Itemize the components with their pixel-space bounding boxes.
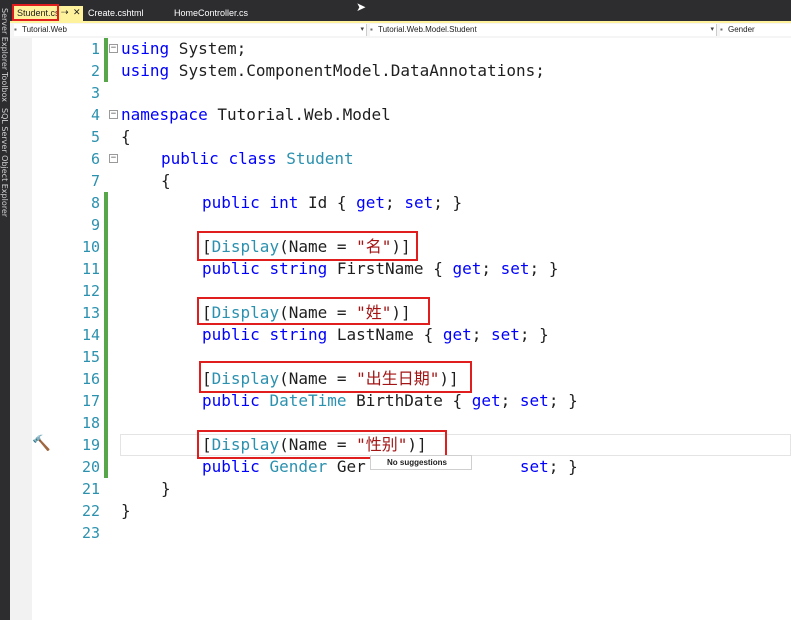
line-number: 15 [81, 348, 100, 366]
close-icon[interactable]: ✕ [71, 6, 83, 21]
collapse-icon[interactable]: − [109, 110, 118, 119]
tab-create-cshtml[interactable]: Create.cshtml [88, 6, 144, 21]
annotation-box-line13 [197, 297, 430, 325]
change-bar [104, 302, 108, 324]
line-number: 18 [81, 414, 100, 432]
chevron-down-icon: ▾ [710, 26, 714, 33]
line-number: 16 [81, 370, 100, 388]
change-bar [104, 258, 108, 280]
navigation-bar: ▪ Tutorial.Web ▾ ▪ Tutorial.Web.Model.Stude… [10, 23, 791, 39]
line-number: 6 [90, 150, 100, 168]
code-line: 17 public DateTime BirthDate { get; set;… [10, 390, 791, 412]
intellisense-tooltip: No suggestions [370, 455, 472, 470]
line-number: 21 [81, 480, 100, 498]
chevron-down-icon: ▾ [360, 26, 364, 33]
code-line: 14 public string LastName { get; set; } [10, 324, 791, 346]
line-number: 2 [90, 62, 100, 80]
collapse-icon[interactable]: − [109, 44, 118, 53]
code-line: 22 } [10, 500, 791, 522]
change-bar [104, 60, 108, 82]
change-bar [104, 236, 108, 258]
line-number: 23 [81, 524, 100, 542]
change-bar [104, 280, 108, 302]
member-dropdown[interactable]: ▪ Gender [720, 24, 791, 36]
line-number: 12 [81, 282, 100, 300]
code-line: 11 public string FirstName { get; set; } [10, 258, 791, 280]
tab-homecontroller-cs[interactable]: HomeController.cs [174, 6, 248, 21]
code-line: 23 [10, 522, 791, 544]
project-label: Tutorial.Web [22, 25, 67, 34]
line-number: 13 [81, 304, 100, 322]
code-line: 3 [10, 82, 791, 104]
tab-highlight-box [12, 4, 59, 21]
code-line: 7 { [10, 170, 791, 192]
code-line: 8 public int Id { get; set; } [10, 192, 791, 214]
hammer-icon[interactable]: 🔨 [32, 434, 51, 452]
code-line: 2 using System.ComponentModel.DataAnnota… [10, 60, 791, 82]
line-number: 3 [90, 84, 100, 102]
line-number: 10 [81, 238, 100, 256]
code-line: 1 − using System; [10, 38, 791, 60]
line-number: 9 [90, 216, 100, 234]
pin-icon[interactable]: ⇢ [59, 6, 71, 21]
code-editor[interactable]: 1 − using System; 2 using System.Compone… [10, 38, 791, 620]
property-icon: ▪ [720, 25, 723, 34]
change-bar [104, 346, 108, 368]
line-number: 1 [90, 40, 100, 58]
member-label: Gender [728, 25, 755, 34]
code-line: 21 } [10, 478, 791, 500]
tool-window-rail: Server Explorer Toolbox SQL Server Objec… [0, 0, 10, 620]
code-line: 4 − namespace Tutorial.Web.Model [10, 104, 791, 126]
change-bar [104, 390, 108, 412]
line-number: 22 [81, 502, 100, 520]
line-number: 14 [81, 326, 100, 344]
type-dropdown[interactable]: ▪ Tutorial.Web.Model.Student ▾ [370, 24, 717, 36]
change-bar [104, 192, 108, 214]
collapse-icon[interactable]: − [109, 154, 118, 163]
line-number: 17 [81, 392, 100, 410]
project-dropdown[interactable]: ▪ Tutorial.Web ▾ [14, 24, 367, 36]
class-icon: ▪ [370, 25, 373, 34]
type-label: Tutorial.Web.Model.Student [378, 25, 477, 34]
change-bar [104, 214, 108, 236]
line-number: 7 [90, 172, 100, 190]
project-icon: ▪ [14, 25, 17, 34]
line-number: 5 [90, 128, 100, 146]
change-bar [104, 456, 108, 478]
change-bar [104, 368, 108, 390]
annotation-box-line16 [199, 361, 472, 393]
change-bar [104, 412, 108, 434]
line-number: 19 [81, 436, 100, 454]
line-number: 20 [81, 458, 100, 476]
line-number: 4 [90, 106, 100, 124]
line-number: 11 [81, 260, 100, 278]
mouse-cursor-icon: ➤ [356, 0, 367, 14]
code-line: 6 − public class Student [10, 148, 791, 170]
annotation-box-line10 [197, 231, 418, 261]
change-bar [104, 324, 108, 346]
change-bar [104, 38, 108, 60]
code-line: 5 { [10, 126, 791, 148]
line-number: 8 [90, 194, 100, 212]
change-bar [104, 434, 108, 456]
